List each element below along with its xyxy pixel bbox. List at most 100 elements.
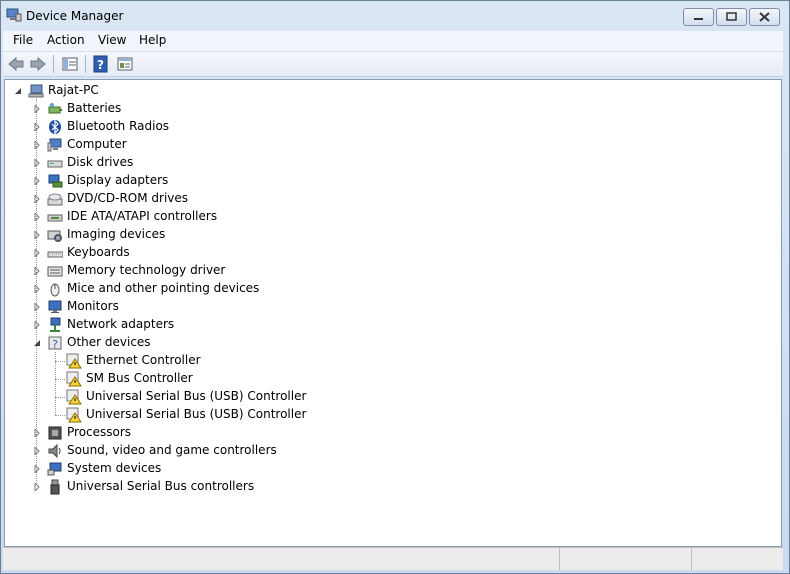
expand-triangle-icon[interactable] [33, 123, 41, 131]
window-title: Device Manager [26, 9, 124, 23]
device-manager-window: Device Manager File Action View Help ? R… [0, 0, 790, 574]
device-label: Universal Serial Bus (USB) Controller [86, 389, 307, 403]
camera-icon [47, 230, 62, 242]
category-label: IDE ATA/ATAPI controllers [67, 209, 218, 223]
category-label: Processors [67, 425, 132, 439]
expand-triangle-icon[interactable] [33, 483, 41, 491]
network-icon [50, 317, 61, 332]
tree-category-imaging-devices[interactable]: Imaging devices [5, 226, 405, 244]
expand-triangle-icon[interactable] [33, 231, 41, 239]
tree-category-usb-controllers[interactable]: Universal Serial Bus controllers [5, 478, 405, 496]
expand-triangle-icon[interactable] [33, 465, 41, 473]
collapse-triangle-icon[interactable] [14, 87, 22, 95]
collapse-triangle-icon[interactable] [33, 339, 41, 347]
expand-triangle-icon[interactable] [33, 285, 41, 293]
close-icon [759, 12, 770, 22]
tree-category-sound-video[interactable]: Sound, video and game controllers [5, 442, 405, 460]
expand-triangle-icon[interactable] [33, 267, 41, 275]
dvd-drive-icon [47, 193, 63, 206]
device-tree[interactable]: Rajat-PC Batteries Bluetooth Radios Comp… [4, 79, 782, 547]
expand-triangle-icon[interactable] [33, 141, 41, 149]
toolbar-separator [53, 55, 54, 73]
tree-category-other-devices[interactable]: ? Other devices [5, 334, 405, 352]
disk-drive-icon [47, 160, 63, 168]
category-label: Keyboards [67, 245, 130, 259]
restore-icon [726, 12, 737, 21]
tree-device-sm-bus-controller[interactable]: SM Bus Controller [5, 370, 505, 388]
category-label: Network adapters [67, 317, 175, 331]
device-label: SM Bus Controller [86, 371, 193, 385]
tree-category-display-adapters[interactable]: Display adapters [5, 172, 405, 190]
expand-triangle-icon[interactable] [33, 105, 41, 113]
back-arrow-icon[interactable] [7, 55, 25, 73]
tree-category-processors[interactable]: Processors [5, 424, 405, 442]
tree-category-memory-technology[interactable]: Memory technology driver [5, 262, 405, 280]
category-label: DVD/CD-ROM drives [67, 191, 189, 205]
tree-category-disk-drives[interactable]: Disk drives [5, 154, 405, 172]
monitor-icon [48, 300, 62, 313]
tree-category-monitors[interactable]: Monitors [5, 298, 405, 316]
expand-triangle-icon[interactable] [33, 321, 41, 329]
status-panel [559, 548, 690, 570]
menu-file[interactable]: File [13, 33, 33, 47]
help-icon[interactable]: ? [92, 55, 110, 73]
category-label: Sound, video and game controllers [67, 443, 277, 457]
menu-help[interactable]: Help [139, 33, 166, 47]
speaker-icon [48, 443, 61, 459]
expand-triangle-icon[interactable] [33, 447, 41, 455]
tree-root-node[interactable]: Rajat-PC [5, 82, 305, 100]
properties-icon[interactable] [116, 55, 134, 73]
tree-category-bluetooth[interactable]: Bluetooth Radios [5, 118, 405, 136]
maximize-button[interactable] [716, 8, 747, 26]
warning-device-icon [66, 389, 82, 405]
tree-connector-line [55, 361, 65, 362]
status-bar [3, 547, 783, 570]
expand-triangle-icon[interactable] [33, 429, 41, 437]
expand-triangle-icon[interactable] [33, 177, 41, 185]
battery-icon [48, 103, 62, 114]
category-label: Bluetooth Radios [67, 119, 170, 133]
expand-triangle-icon[interactable] [33, 303, 41, 311]
tree-category-system-devices[interactable]: System devices [5, 460, 405, 478]
tree-category-network-adapters[interactable]: Network adapters [5, 316, 405, 334]
tree-category-ide-controllers[interactable]: IDE ATA/ATAPI controllers [5, 208, 405, 226]
device-manager-app-icon [6, 8, 22, 22]
expand-triangle-icon[interactable] [33, 213, 41, 221]
category-label: Other devices [67, 335, 151, 349]
category-label: Display adapters [67, 173, 169, 187]
title-bar[interactable]: Device Manager [1, 1, 789, 31]
tree-device-usb-controller[interactable]: Universal Serial Bus (USB) Controller [5, 388, 505, 406]
warning-device-icon [66, 407, 82, 423]
forward-arrow-icon[interactable] [29, 55, 47, 73]
expand-triangle-icon[interactable] [33, 249, 41, 257]
category-label: Batteries [67, 101, 122, 115]
keyboard-icon [47, 251, 63, 258]
tree-category-batteries[interactable]: Batteries [5, 100, 405, 118]
category-label: Mice and other pointing devices [67, 281, 260, 295]
toolbar: ? [3, 52, 783, 77]
category-label: Computer [67, 137, 127, 151]
tree-category-keyboards[interactable]: Keyboards [5, 244, 405, 262]
tree-connector-line [55, 379, 65, 380]
tree-category-dvd-drives[interactable]: DVD/CD-ROM drives [5, 190, 405, 208]
computer-root-icon [28, 84, 44, 98]
ide-controller-icon [47, 214, 63, 222]
tree-device-ethernet-controller[interactable]: Ethernet Controller [5, 352, 505, 370]
category-label: Disk drives [67, 155, 134, 169]
svg-text:?: ? [52, 338, 58, 351]
close-button[interactable] [749, 8, 780, 26]
unknown-device-icon: ? [48, 336, 62, 351]
warning-device-icon [66, 371, 82, 387]
tree-category-mice[interactable]: Mice and other pointing devices [5, 280, 405, 298]
tree-root-label: Rajat-PC [48, 83, 99, 97]
menu-action[interactable]: Action [47, 33, 85, 47]
menu-view[interactable]: View [98, 33, 126, 47]
tree-device-usb-controller[interactable]: Universal Serial Bus (USB) Controller [5, 406, 505, 424]
expand-triangle-icon[interactable] [33, 159, 41, 167]
minimize-icon [694, 18, 703, 20]
expand-triangle-icon[interactable] [33, 195, 41, 203]
minimize-button[interactable] [683, 8, 714, 26]
category-label: Universal Serial Bus controllers [67, 479, 255, 493]
tree-category-computer[interactable]: Computer [5, 136, 405, 154]
show-hide-console-tree-icon[interactable] [61, 55, 79, 73]
